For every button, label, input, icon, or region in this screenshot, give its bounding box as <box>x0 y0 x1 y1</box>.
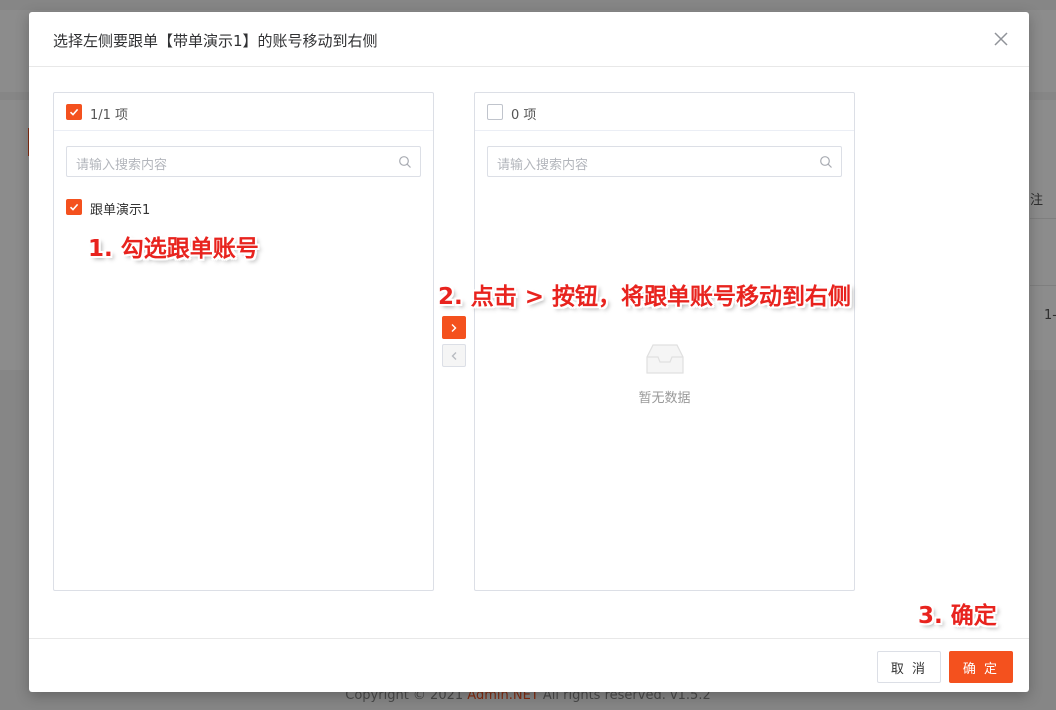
cancel-button[interactable]: 取 消 <box>877 651 941 683</box>
panel-count: 0 项 <box>511 108 537 123</box>
dialog-title: 选择左侧要跟单【带单演示1】的账号移动到右侧 <box>53 32 378 50</box>
search-input-source[interactable]: 请输入搜索内容 <box>66 146 421 177</box>
search-icon <box>399 156 411 168</box>
transfer-dialog: 选择左侧要跟单【带单演示1】的账号移动到右侧 1/1 项 请输入搜索内容 跟单演… <box>29 12 1029 692</box>
transfer-panel-target: 0 项 请输入搜索内容 暂无数据 <box>474 92 855 591</box>
list-item[interactable]: 跟单演示1 <box>66 197 366 218</box>
chevron-left-icon <box>451 351 457 360</box>
move-to-right-button[interactable] <box>442 316 466 339</box>
empty-state: 暂无数据 <box>475 343 854 406</box>
move-to-left-button[interactable] <box>442 344 466 367</box>
check-icon <box>69 108 79 116</box>
dialog-footer: 取 消 确 定 <box>29 638 1029 692</box>
search-placeholder: 请输入搜索内容 <box>76 158 168 173</box>
transfer-panel-source: 1/1 项 请输入搜索内容 跟单演示1 <box>53 92 434 591</box>
search-input-target[interactable]: 请输入搜索内容 <box>487 146 842 177</box>
confirm-button[interactable]: 确 定 <box>949 651 1013 683</box>
annotation-step-3: 3. 确定 <box>918 603 997 629</box>
check-icon <box>69 203 79 211</box>
panel-header: 1/1 项 <box>54 93 433 131</box>
list-item-label: 跟单演示1 <box>90 203 151 218</box>
search-placeholder: 请输入搜索内容 <box>497 158 589 173</box>
chevron-right-icon <box>451 323 457 332</box>
item-checkbox[interactable] <box>66 199 82 215</box>
close-icon <box>994 32 1008 46</box>
empty-inbox-icon <box>645 344 684 374</box>
panel-header: 0 项 <box>475 93 854 131</box>
empty-text: 暂无数据 <box>638 391 691 406</box>
dialog-header: 选择左侧要跟单【带单演示1】的账号移动到右侧 <box>29 12 1029 67</box>
select-all-checkbox-source[interactable] <box>66 104 82 120</box>
close-button[interactable] <box>991 29 1011 49</box>
annotation-step-1: 1. 勾选跟单账号 <box>88 236 259 262</box>
annotation-step-2: 2. 点击 > 按钮，将跟单账号移动到右侧 <box>438 284 852 310</box>
panel-count: 1/1 项 <box>90 108 129 123</box>
search-icon <box>820 156 832 168</box>
select-all-checkbox-target[interactable] <box>487 104 503 120</box>
